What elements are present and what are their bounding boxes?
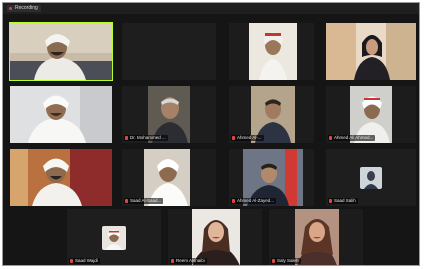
participant-video [10,149,112,206]
participant-tile-13[interactable]: Saad Wajdi [67,209,161,265]
muted-mic-icon [125,199,128,203]
participant-video [229,23,314,80]
participant-name-label: Saad Wajdi [69,258,100,264]
muted-mic-icon [125,136,128,140]
participant-video [122,23,216,80]
recording-indicator[interactable]: Recording [7,5,41,12]
participant-tile-8[interactable]: Ahmed Ali Ahmed... [326,86,416,143]
participant-video [10,23,112,80]
participant-name-label: Ahmed Al-Zayed... [231,198,277,204]
participant-tile-12[interactable]: Saad Salih [326,149,416,206]
participant-tile-5[interactable] [10,86,112,143]
muted-mic-icon [232,136,235,140]
participant-tile-7[interactable]: Ahmed Al-... [229,86,314,143]
muted-mic-icon [272,259,275,263]
participant-name-label: Saly Saleh [271,258,301,264]
recording-dot-icon [9,7,12,10]
participant-tile-3[interactable] [229,23,314,80]
participant-name-label: Ahmed Al-... [231,135,264,141]
participant-tile-9[interactable] [10,149,112,206]
avatar-image [102,225,126,250]
participant-name-label: Saad Al-Saad... [124,198,164,204]
participant-tile-4[interactable] [326,23,416,80]
participant-tile-1[interactable] [9,22,113,81]
participant-name-label: Saad Salih [328,198,358,204]
meeting-top-bar: Recording [3,3,419,14]
participant-name-label: Ahmed Ali Ahmed... [328,135,376,141]
participant-avatar [360,166,382,189]
participant-tile-14[interactable]: Reem Alshaibi [168,209,262,265]
participant-avatar [102,225,126,250]
participant-tile-2[interactable] [122,23,216,80]
muted-mic-icon [329,199,332,203]
participant-video [326,23,416,80]
video-conference-window: Recording Dr. Mohammed ... Ahmed Al-... … [2,2,420,266]
recording-label: Recording [15,5,38,11]
participant-video [10,86,112,143]
participant-tile-6[interactable]: Dr. Mohammed ... [122,86,216,143]
muted-mic-icon [70,259,73,263]
participant-name-label: Reem Alshaibi [170,258,207,264]
muted-mic-icon [171,259,174,263]
participant-name-label: Dr. Mohammed ... [124,135,168,141]
participant-tile-10[interactable]: Saad Al-Saad... [122,149,216,206]
participant-tile-11[interactable]: Ahmed Al-Zayed... [229,149,314,206]
muted-mic-icon [232,199,235,203]
avatar-image [360,166,382,189]
participant-tile-15[interactable]: Saly Saleh [269,209,363,265]
muted-mic-icon [329,136,332,140]
